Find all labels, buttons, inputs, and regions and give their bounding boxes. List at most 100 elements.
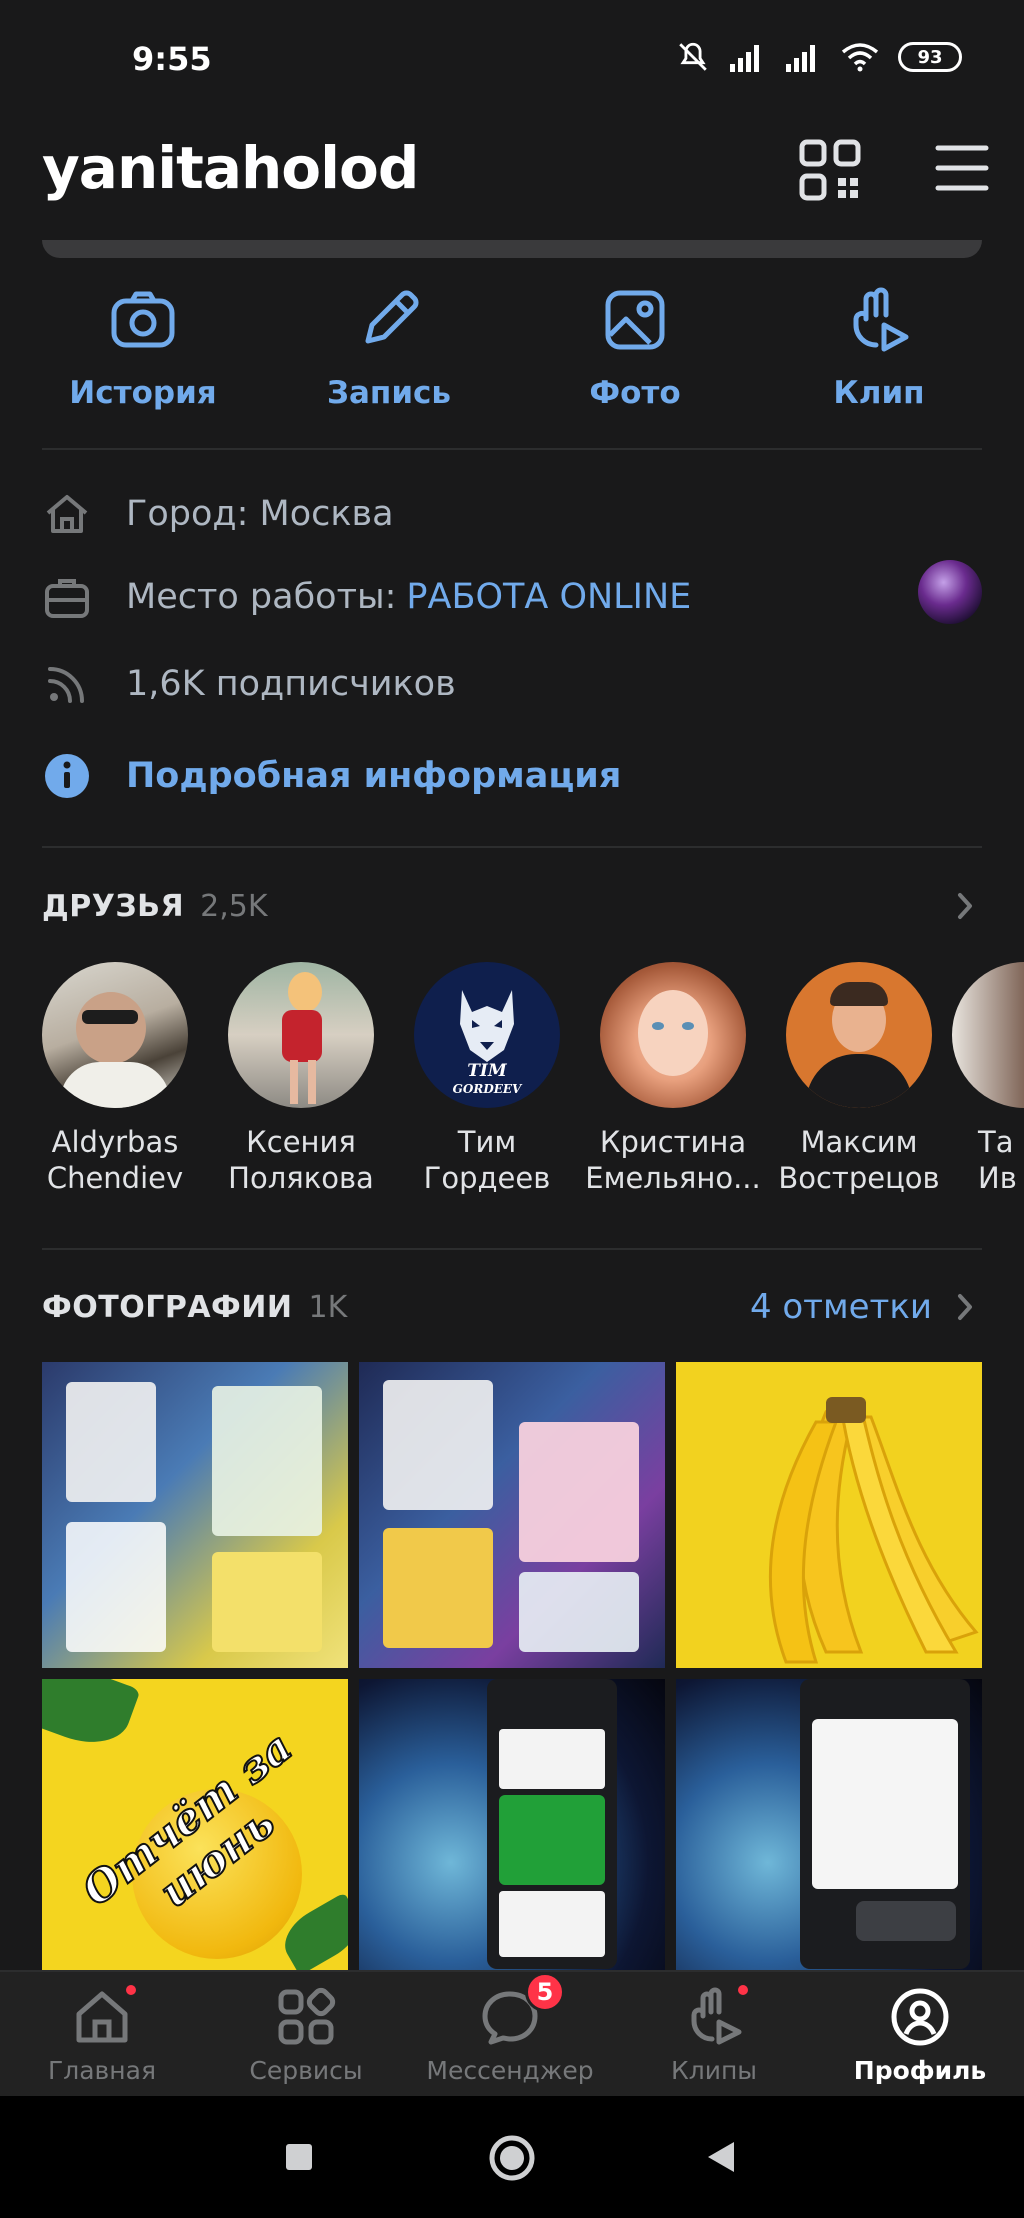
action-photo-button[interactable]: Фото bbox=[540, 285, 730, 411]
signal-icon-2 bbox=[786, 45, 815, 72]
info-work-link[interactable]: РАБОТА ONLINE bbox=[406, 577, 691, 617]
friend-avatar bbox=[600, 962, 746, 1108]
info-work-label: Место работы: bbox=[126, 577, 397, 617]
action-clip-label: Клип bbox=[833, 375, 925, 411]
notification-dot bbox=[123, 1982, 139, 1998]
nav-profile[interactable]: Профиль bbox=[820, 1986, 1020, 2085]
action-post-button[interactable]: Запись bbox=[294, 285, 484, 411]
friend-avatar bbox=[228, 962, 374, 1108]
back-icon[interactable] bbox=[704, 2140, 738, 2174]
action-story-label: История bbox=[69, 375, 217, 411]
qr-code-icon[interactable] bbox=[798, 138, 862, 202]
friend-avatar bbox=[786, 962, 932, 1108]
info-followers-row[interactable]: 1,6K подписчиков bbox=[42, 654, 982, 714]
wifi-icon bbox=[841, 43, 879, 72]
friends-title: ДРУЗЬЯ bbox=[42, 888, 185, 924]
friend-last-name: Вострецов bbox=[778, 1161, 940, 1196]
nav-services-label: Сервисы bbox=[249, 2056, 363, 2085]
home-icon bbox=[46, 495, 88, 533]
friend-last-name: Емельяно... bbox=[585, 1161, 761, 1196]
photo-tags-link[interactable]: 4 отметки bbox=[750, 1287, 932, 1327]
photo-thumbnail[interactable] bbox=[359, 1362, 665, 1668]
photo-thumbnail[interactable]: Отчёт за июнь bbox=[42, 1679, 348, 1985]
camera-icon bbox=[111, 291, 175, 348]
nav-clips[interactable]: Клипы bbox=[614, 1982, 814, 2085]
friend-last-name: Ив bbox=[978, 1161, 1017, 1196]
photo-thumbnail[interactable] bbox=[359, 1679, 665, 1985]
profile-username: yanitaholod bbox=[42, 134, 419, 202]
clips-icon bbox=[683, 1982, 751, 2048]
friends-list: Aldyrbas Chendiev Ксения Полякова TIM GO… bbox=[0, 962, 1024, 1212]
friend-avatar: TIM GORDEEV bbox=[414, 962, 560, 1108]
friend-item[interactable]: TIM GORDEEV Тим Гордеев bbox=[394, 962, 580, 1197]
recents-icon[interactable] bbox=[284, 2142, 314, 2172]
friend-item[interactable]: Aldyrbas Chendiev bbox=[22, 962, 208, 1197]
photo-thumbnail[interactable] bbox=[42, 1362, 348, 1668]
info-followers: 1,6K подписчиков bbox=[126, 664, 456, 704]
notification-dot bbox=[735, 1982, 751, 1998]
avatar-text-gordeev: GORDEEV bbox=[452, 1082, 522, 1096]
friend-item[interactable]: Кристина Емельяно... bbox=[580, 962, 766, 1197]
nav-messenger-label: Мессенджер bbox=[426, 2056, 594, 2085]
info-details-link[interactable]: Подробная информация bbox=[126, 756, 621, 796]
system-navigation-bar bbox=[0, 2096, 1024, 2218]
info-icon bbox=[45, 754, 89, 798]
profile-header: yanitaholod bbox=[0, 120, 1024, 240]
friend-avatar bbox=[952, 962, 1024, 1108]
mute-icon bbox=[679, 42, 707, 71]
banana-image bbox=[768, 1397, 979, 1664]
friend-item[interactable]: Максим Вострецов bbox=[766, 962, 952, 1197]
info-city: Город: Москва bbox=[126, 494, 394, 534]
chevron-right-icon[interactable] bbox=[948, 1290, 982, 1324]
cover-card-edge bbox=[42, 240, 982, 258]
action-post-label: Запись bbox=[326, 375, 452, 411]
friend-first-name: Кристина bbox=[599, 1125, 747, 1159]
info-work-row[interactable]: Место работы: РАБОТА ONLINE bbox=[42, 567, 982, 627]
quick-actions: История Запись Фото Клип bbox=[0, 285, 1024, 445]
messenger-icon: 5 bbox=[479, 1972, 565, 2048]
nav-home[interactable]: Главная bbox=[2, 1982, 202, 2085]
bottom-navigation: Главная Сервисы 5 Мессенджер Клипы Профи… bbox=[0, 1970, 1024, 2096]
photos-header[interactable]: ФОТОГРАФИИ 1K 4 отметки bbox=[42, 1282, 982, 1332]
rss-icon bbox=[48, 667, 84, 703]
info-details-row[interactable]: Подробная информация bbox=[42, 746, 982, 806]
nav-clips-label: Клипы bbox=[670, 2056, 758, 2085]
chevron-right-icon[interactable] bbox=[948, 889, 982, 923]
work-group-avatar[interactable] bbox=[918, 560, 982, 624]
friends-count: 2,5K bbox=[200, 888, 268, 924]
friend-first-name: Ксения bbox=[246, 1125, 356, 1159]
photo-thumbnail[interactable] bbox=[676, 1362, 982, 1668]
friend-last-name: Гордеев bbox=[423, 1161, 551, 1196]
divider bbox=[42, 1248, 982, 1250]
avatar-text-tim: TIM bbox=[467, 1061, 507, 1081]
friend-last-name: Полякова bbox=[228, 1161, 374, 1196]
info-city-row: Город: Москва bbox=[42, 484, 982, 544]
nav-profile-label: Профиль bbox=[853, 2056, 987, 2085]
clip-icon bbox=[853, 287, 909, 352]
friends-header[interactable]: ДРУЗЬЯ 2,5K bbox=[42, 881, 982, 931]
photo-thumbnail[interactable] bbox=[676, 1679, 982, 1985]
battery-indicator: 93 bbox=[898, 42, 962, 72]
nav-services[interactable]: Сервисы bbox=[206, 1986, 406, 2085]
action-clip-button[interactable]: Клип bbox=[784, 285, 974, 411]
home-button-icon[interactable] bbox=[488, 2134, 536, 2182]
friend-last-name: Chendiev bbox=[46, 1161, 184, 1196]
menu-icon[interactable] bbox=[934, 140, 990, 196]
status-time: 9:55 bbox=[132, 40, 212, 78]
nav-messenger[interactable]: 5 Мессенджер bbox=[410, 1972, 610, 2085]
action-photo-label: Фото bbox=[589, 375, 681, 411]
services-icon bbox=[275, 1986, 337, 2048]
friend-item[interactable]: Та Ив bbox=[952, 962, 1024, 1197]
action-story-button[interactable]: История bbox=[48, 285, 238, 411]
photos-title: ФОТОГРАФИИ bbox=[42, 1289, 293, 1325]
friend-avatar bbox=[42, 962, 188, 1108]
unread-badge: 5 bbox=[525, 1972, 565, 2012]
friend-item[interactable]: Ксения Полякова bbox=[208, 962, 394, 1197]
profile-icon bbox=[889, 1986, 951, 2048]
divider bbox=[42, 448, 982, 450]
signal-icon bbox=[730, 45, 759, 72]
divider bbox=[42, 846, 982, 848]
briefcase-icon bbox=[45, 579, 89, 618]
friend-first-name: Aldyrbas bbox=[51, 1125, 179, 1159]
home-icon bbox=[71, 1982, 139, 2048]
